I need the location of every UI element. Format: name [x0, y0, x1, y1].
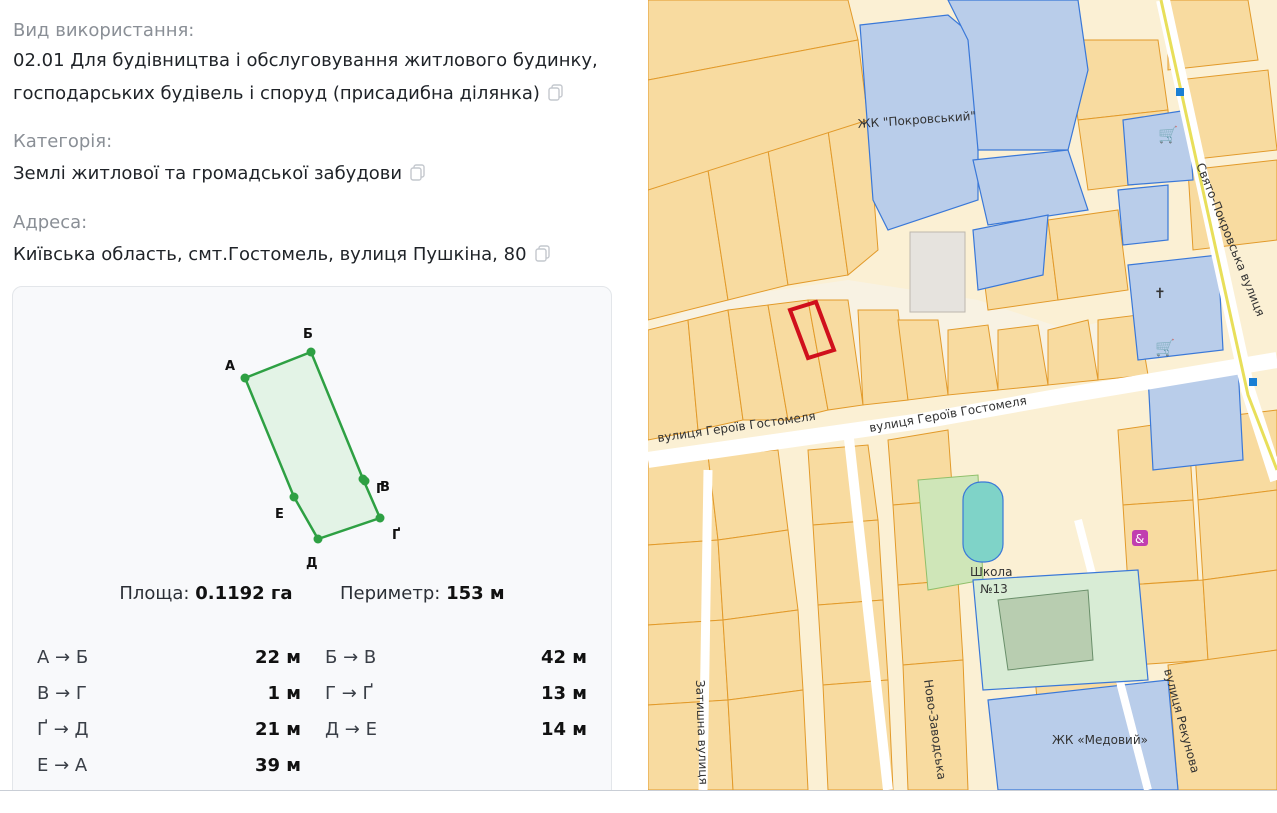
map-label-school: Школа [970, 565, 1012, 579]
vertex-label-a: А [225, 359, 235, 374]
segment-name: Г → Ґ [325, 683, 374, 704]
vertex-g [360, 476, 370, 486]
shop-icon-glyph: & [1135, 532, 1144, 546]
usage-value-line2-wrap: господарських будівель і споруд (присади… [13, 77, 598, 110]
segment-name: Д → Е [325, 719, 377, 740]
school-building [997, 589, 1094, 671]
copy-icon[interactable] [410, 164, 425, 181]
vertex-d [313, 534, 323, 544]
address-value-wrap: Київська область, смт.Гостомель, вулиця … [13, 238, 550, 271]
divider [0, 790, 1277, 791]
poi-marker-icon[interactable] [1176, 88, 1184, 96]
area-perimeter-summary: Площа: 0.1192 га Периметр: 153 м [13, 583, 611, 604]
category-label: Категорія: [13, 131, 113, 152]
copy-icon[interactable] [534, 245, 550, 262]
vertex-a [240, 373, 250, 383]
poi-marker-icon[interactable] [1249, 378, 1257, 386]
category-value-wrap: Землі житлової та громадської забудови [13, 157, 425, 190]
address-value: Київська область, смт.Гостомель, вулиця … [13, 244, 527, 265]
segment-length: 21 м [254, 719, 301, 740]
parcel-geometry-card: А Б В Г Ґ Д Е Площа: 0.1192 га Периметр:… [12, 286, 612, 790]
vertex-ge [375, 513, 385, 523]
church-cross-icon[interactable]: ✝ [1154, 286, 1166, 302]
vertex-label-b: Б [303, 327, 313, 342]
segment-name: Е → А [37, 755, 88, 776]
usage-label: Вид використання: [13, 20, 195, 41]
area-label: Площа: [119, 583, 190, 604]
segment-length: 14 м [540, 719, 587, 740]
vertex-label-d: Д [306, 556, 318, 571]
vertex-b [306, 347, 316, 357]
segment-name: В → Г [37, 683, 87, 704]
cart-icon[interactable]: 🛒 [1158, 125, 1178, 144]
vertex-label-ge: Ґ [392, 528, 400, 543]
map-label-school-num: №13 [980, 582, 1008, 596]
segment-length: 13 м [540, 683, 587, 704]
church-area [909, 231, 966, 313]
segment-length: 39 м [254, 755, 301, 776]
usage-value: 02.01 Для будівництва і обслуговування ж… [13, 44, 598, 110]
vertex-label-g: Г [376, 482, 384, 497]
perimeter-label: Периметр: [339, 583, 441, 604]
segment-length: 42 м [540, 647, 587, 668]
vertex-e [289, 492, 299, 502]
copy-icon[interactable] [548, 84, 563, 101]
map-canvas[interactable]: & 🛒 🛒 ✝ ЖК "Покровський" вулиця Героїв Г… [648, 0, 1277, 790]
segment-name: Б → В [325, 647, 377, 668]
map-label-complex-south: ЖК «Медовий» [1052, 733, 1148, 747]
area-value: 0.1192 га [195, 583, 293, 604]
cadastral-map[interactable]: & 🛒 🛒 ✝ ЖК "Покровський" вулиця Героїв Г… [648, 0, 1277, 790]
segment-name: А → Б [37, 647, 89, 668]
parcel-shape-diagram: А Б В Г Ґ Д Е [225, 327, 400, 571]
parcel-info-panel: Вид використання: 02.01 Для будівництва … [0, 0, 648, 790]
address-label: Адреса: [13, 212, 88, 233]
perimeter-value: 153 м [446, 583, 505, 604]
parcel-polygon [243, 350, 382, 541]
vertex-label-e: Е [275, 507, 284, 522]
usage-value-line1: 02.01 Для будівництва і обслуговування ж… [13, 50, 598, 71]
cart-icon[interactable]: 🛒 [1155, 338, 1175, 357]
segment-length: 22 м [254, 647, 301, 668]
usage-value-line2: господарських будівель і споруд (присади… [13, 83, 540, 104]
segment-name: Ґ → Д [37, 719, 89, 740]
segment-length: 1 м [267, 683, 301, 704]
stadium [962, 481, 1004, 563]
category-value: Землі житлової та громадської забудови [13, 163, 403, 184]
